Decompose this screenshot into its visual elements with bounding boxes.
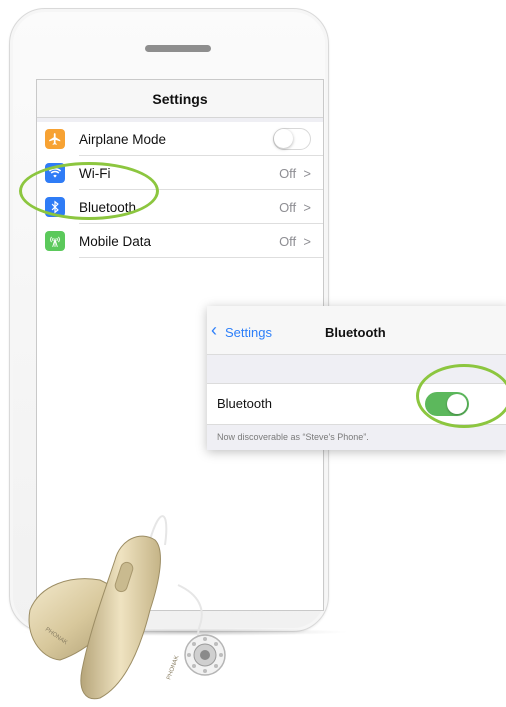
row-label: Mobile Data bbox=[79, 233, 152, 249]
chevron-right-icon: > bbox=[303, 199, 311, 215]
hearing-aid-image: PHONAK PHONAK bbox=[28, 515, 226, 700]
row-label: Bluetooth bbox=[217, 396, 272, 411]
phone-speaker bbox=[145, 45, 211, 52]
brand-label: PHONAK bbox=[166, 655, 180, 681]
row-value: Off > bbox=[279, 165, 311, 181]
chevron-right-icon: > bbox=[303, 165, 311, 181]
back-button[interactable]: Settings bbox=[225, 325, 272, 340]
popup-title: Bluetooth bbox=[325, 325, 386, 340]
settings-row-mobile-data[interactable]: Mobile Data Off > bbox=[37, 224, 323, 258]
row-value: Off > bbox=[279, 233, 311, 249]
antenna-icon bbox=[45, 231, 65, 251]
chevron-right-icon: > bbox=[303, 233, 311, 249]
toggle-highlight-ellipse bbox=[416, 364, 506, 428]
airplane-mode-toggle[interactable] bbox=[273, 128, 311, 150]
discoverable-note: Now discoverable as “Steve's Phone”. bbox=[217, 432, 369, 442]
chevron-left-icon[interactable]: ‹ bbox=[211, 321, 217, 339]
bluetooth-highlight-ellipse bbox=[19, 162, 159, 220]
settings-nav-bar: Settings bbox=[37, 80, 323, 118]
page-title: Settings bbox=[152, 90, 208, 107]
row-value: Off > bbox=[279, 199, 311, 215]
airplane-icon bbox=[45, 129, 65, 149]
settings-row-airplane-mode[interactable]: Airplane Mode bbox=[37, 122, 323, 156]
row-label: Airplane Mode bbox=[79, 131, 167, 147]
popup-nav-bar: ‹ Settings Bluetooth bbox=[207, 306, 506, 355]
